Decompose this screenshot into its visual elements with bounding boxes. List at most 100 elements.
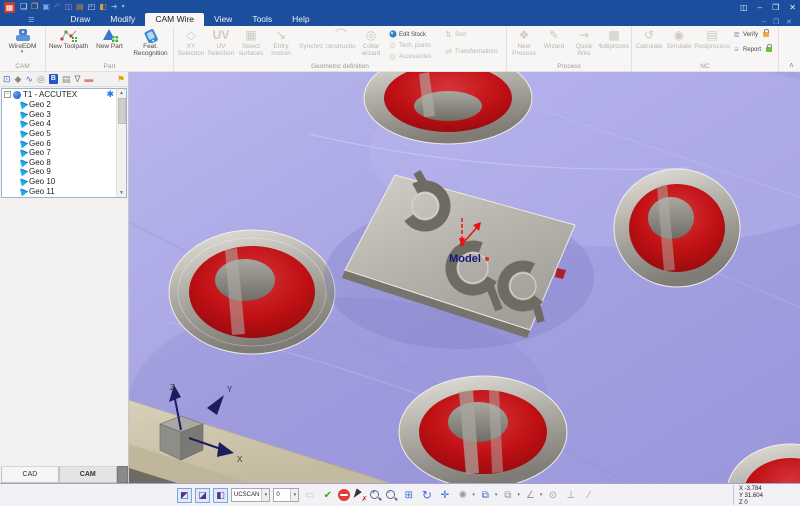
scroll-up-icon[interactable]: ▲ xyxy=(119,90,124,96)
chevron-down-icon[interactable]: ▾ xyxy=(540,492,543,498)
frame-icon[interactable]: ◰ xyxy=(88,2,96,12)
entry-motion-button[interactable]: ↘ Entry motion xyxy=(266,27,296,57)
disabled-tool-button[interactable]: ▭ xyxy=(302,488,317,503)
paste-icon[interactable]: ◫ xyxy=(65,2,73,12)
save-icon[interactable]: ▣ xyxy=(42,2,50,12)
collapse-ribbon-icon[interactable]: ∧ xyxy=(789,61,794,69)
chevron-down-icon[interactable]: ▾ xyxy=(290,489,298,501)
viewport-3d[interactable]: Model Z Y X xyxy=(129,72,800,483)
app-logo-icon[interactable]: ▦ xyxy=(4,2,15,13)
menu-draw[interactable]: Draw xyxy=(60,13,100,26)
tree-item-geo11[interactable]: Geo 11 xyxy=(2,186,126,196)
wizard-button[interactable]: ✎ Wizard xyxy=(539,27,569,50)
pan-view-icon[interactable]: ✛ xyxy=(437,488,452,503)
report-b-icon[interactable]: B xyxy=(49,74,58,84)
hamburger-menu-icon[interactable]: ≡ xyxy=(28,15,34,26)
tree-item-geo3[interactable]: Geo 3 xyxy=(2,110,126,120)
open-folder-icon[interactable]: ❐ xyxy=(31,2,38,12)
tree-root-row[interactable]: − T1 - ACCUTEX ✱ xyxy=(2,89,126,100)
splitter-block[interactable] xyxy=(117,466,128,483)
erase-icon[interactable]: ▬ xyxy=(84,73,93,86)
machine-monitor-icon[interactable]: ⊡ xyxy=(3,73,11,86)
tree-item-geo9[interactable]: Geo 9 xyxy=(2,167,126,177)
close-button[interactable]: ✕ xyxy=(789,3,796,12)
tree-item-geo8[interactable]: Geo 8 xyxy=(2,158,126,168)
confirm-check-icon[interactable]: ✔ xyxy=(320,488,335,503)
swatch-icon[interactable]: ◧ xyxy=(99,2,107,12)
tree-item-geo5[interactable]: Geo 5 xyxy=(2,129,126,139)
new-part-button[interactable]: New Part xyxy=(89,27,130,50)
select-surfaces-button[interactable]: ▦ Select surfaces xyxy=(236,27,266,57)
ucs-view-iso-button[interactable]: ◧ xyxy=(213,488,228,503)
xy-selection-button[interactable]: ◇ XY Selection xyxy=(176,27,206,57)
tech-points-button[interactable]: ⊙ Tech. points xyxy=(386,40,442,51)
snap-perpendicular-icon[interactable]: ⊥ xyxy=(563,488,578,503)
abort-icon[interactable] xyxy=(338,489,350,501)
display-options-icon[interactable]: ✺ xyxy=(455,488,470,503)
web-icon[interactable]: ◎ xyxy=(37,73,45,86)
tree-item-geo4[interactable]: Geo 4 xyxy=(2,119,126,129)
scrollbar-thumb[interactable] xyxy=(118,98,126,124)
report-button[interactable]: ≡ Report xyxy=(730,44,776,55)
filter-icon[interactable]: ∇ xyxy=(74,73,80,86)
menu-tools[interactable]: Tools xyxy=(242,13,282,26)
layers-icon[interactable]: ⧉ xyxy=(478,488,493,503)
edit-stock-button[interactable]: Edit Stock xyxy=(386,29,442,40)
snap-node-icon[interactable]: ⊙ xyxy=(545,488,560,503)
tab-cad[interactable]: CAD xyxy=(1,466,59,483)
copy-view-icon[interactable]: ⧉ xyxy=(500,488,515,503)
ucs-view-uv-button[interactable]: ◪ xyxy=(195,488,210,503)
doc-minimize-button[interactable]: – xyxy=(762,18,766,26)
rotate-view-icon[interactable]: ↻ xyxy=(419,488,434,503)
undo-icon[interactable]: ↶ xyxy=(54,2,61,12)
tree-item-geo7[interactable]: Geo 7 xyxy=(2,148,126,158)
coord-system-combo[interactable]: 0 ▾ xyxy=(273,488,299,502)
doc-close-button[interactable]: ✕ xyxy=(786,18,792,26)
zoom-in-icon[interactable]: + xyxy=(369,489,382,502)
feature-recognition-button[interactable]: Feat. Recognition xyxy=(130,27,171,57)
tree-item-geo2[interactable]: Geo 2 xyxy=(2,100,126,110)
ucs-selector-combo[interactable]: UCSCAN ▾ xyxy=(231,488,270,502)
tree-item-geo6[interactable]: Geo 6 xyxy=(2,138,126,148)
cancel-selection-icon[interactable]: ✗ xyxy=(353,489,366,502)
simulate-button[interactable]: ◉ Simulate xyxy=(664,27,694,50)
doc-restore-button[interactable]: ❐ xyxy=(773,18,779,26)
tree-scrollbar[interactable]: ▲ ▼ xyxy=(116,89,126,197)
accessories-button[interactable]: ◎ Accessories xyxy=(386,51,442,62)
send-icon[interactable]: ➔ xyxy=(111,2,118,12)
shield-icon[interactable]: ◆ xyxy=(15,73,22,86)
sort-button[interactable]: ⇅ Sort xyxy=(442,29,504,40)
print-icon[interactable]: ▤ xyxy=(62,73,71,86)
chevron-down-icon[interactable]: ▾ xyxy=(472,492,475,498)
menu-cam-wire[interactable]: CAM Wire xyxy=(145,13,204,26)
note-flag-icon[interactable]: ⚑ xyxy=(117,73,125,86)
transformations-button[interactable]: ⇄ Transformations xyxy=(442,46,504,57)
chevron-down-icon[interactable]: ▾ xyxy=(261,489,269,501)
snap-angle-icon[interactable]: ∠ xyxy=(523,488,538,503)
snap-line-icon[interactable]: ∕ xyxy=(581,488,596,503)
chevron-down-icon[interactable]: ▾ xyxy=(517,492,520,498)
quick-wire-button[interactable]: ⇝ Quick Wire xyxy=(569,27,599,57)
ucs-view-xy-button[interactable]: ◩ xyxy=(177,488,192,503)
tab-cam[interactable]: CAM xyxy=(59,466,117,483)
maximize-button[interactable]: ❐ xyxy=(772,3,779,12)
new-document-icon[interactable]: ❏ xyxy=(20,2,27,12)
wireedm-button[interactable]: WireEDM ▾ xyxy=(2,27,43,55)
calculate-button[interactable]: ↺ Calculate xyxy=(634,27,664,50)
qat-customize-arrow-icon[interactable]: ▾ xyxy=(122,2,125,12)
verify-button[interactable]: ≣ Verify xyxy=(730,29,776,40)
postprocess-button[interactable]: ▤ Postprocess xyxy=(694,27,730,50)
synchro-button[interactable]: Synchro xyxy=(296,27,326,50)
chevron-down-icon[interactable]: ▾ xyxy=(495,492,498,498)
new-toolpath-button[interactable]: New Toolpath xyxy=(48,27,89,50)
uv-selection-button[interactable]: UV UV Selection xyxy=(206,27,236,57)
tree-item-geo10[interactable]: Geo 10 xyxy=(2,177,126,187)
package-icon[interactable]: ▤ xyxy=(76,2,84,12)
menu-help[interactable]: Help xyxy=(282,13,319,26)
zoom-extents-icon[interactable]: ⊞ xyxy=(401,488,416,503)
window-style-icon[interactable]: ◫ xyxy=(740,3,748,12)
multiprocess-button[interactable]: ▩ Multiprocess xyxy=(599,27,629,50)
zoom-window-icon[interactable]: ▫ xyxy=(385,489,398,502)
measurement-wave-icon[interactable]: ∿ xyxy=(25,73,33,86)
minimize-button[interactable]: – xyxy=(758,3,762,12)
